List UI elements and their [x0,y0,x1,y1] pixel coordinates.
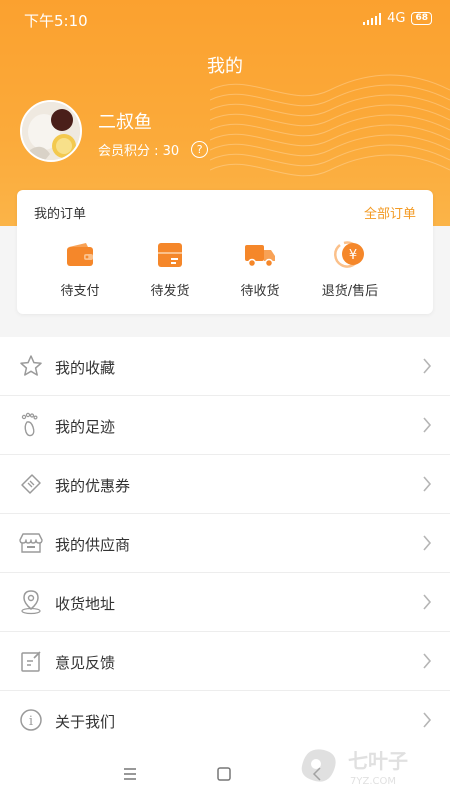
profile-menu: 我的收藏 我的足迹 我的优惠券 我的供应商 收货地址 意见反馈 i 关于我们 [0,337,450,750]
svg-text:¥: ¥ [349,248,357,263]
menu-item-footprints[interactable]: 我的足迹 [0,396,450,455]
chevron-right-icon [423,712,432,728]
menu-item-label: 我的优惠券 [55,477,131,495]
feedback-icon [18,648,44,674]
order-item-label: 待收货 [240,284,280,299]
order-section-title: 我的订单 [34,207,87,222]
order-card: 我的订单 全部订单 待支付 待发货 待收货 ¥ 退货/售后 [17,190,433,314]
svg-text:7YZ.COM: 7YZ.COM [350,776,396,787]
truck-icon [244,240,276,270]
status-bar: 下午5:10 4G 68 [0,0,450,38]
menu-item-coupons[interactable]: 我的优惠券 [0,455,450,514]
star-icon [18,353,44,379]
signal-icon [363,12,382,25]
menu-item-favorites[interactable]: 我的收藏 [0,337,450,396]
package-icon [154,240,186,270]
menu-item-label: 意见反馈 [55,654,116,672]
status-time: 下午5:10 [24,12,88,30]
order-pending-payment[interactable]: 待支付 [35,240,125,299]
wallet-icon [64,240,96,270]
chevron-right-icon [423,594,432,610]
menu-item-label: 我的足迹 [55,418,116,436]
menu-item-feedback[interactable]: 意见反馈 [0,632,450,691]
menu-item-address[interactable]: 收货地址 [0,573,450,632]
network-type: 4G [387,11,406,26]
order-status-list: 待支付 待发货 待收货 ¥ 退货/售后 [17,240,433,299]
avatar[interactable] [20,100,82,162]
battery-icon: 68 [411,12,432,25]
chevron-right-icon [423,417,432,433]
menu-item-label: 关于我们 [55,713,116,731]
points-label: 会员积分 : 30 [98,144,180,159]
menu-item-label: 收货地址 [55,595,116,613]
home-icon[interactable] [214,764,234,784]
coupon-icon [18,471,44,497]
member-points: 会员积分 : 30 ? [98,140,209,159]
user-name: 二叔鱼 [98,112,152,133]
location-icon [18,589,44,615]
order-item-label: 待发货 [150,284,190,299]
page-title: 我的 [207,56,243,77]
order-returns[interactable]: ¥ 退货/售后 [305,240,395,299]
chevron-right-icon [423,653,432,669]
status-indicators: 4G 68 [363,11,432,26]
menu-item-label: 我的供应商 [55,536,131,554]
footprint-icon [18,412,44,438]
svg-text:i: i [29,714,33,729]
order-pending-receipt[interactable]: 待收货 [215,240,305,299]
menu-icon[interactable] [120,764,140,784]
avatar-image [22,102,80,160]
all-orders-link[interactable]: 全部订单 [364,203,416,222]
refund-icon: ¥ [334,240,366,270]
chevron-right-icon [423,535,432,551]
wave-decoration [210,74,450,177]
watermark-logo: 七叶子 7YZ.COM [296,740,436,790]
chevron-right-icon [423,358,432,374]
menu-item-suppliers[interactable]: 我的供应商 [0,514,450,573]
menu-item-label: 我的收藏 [55,359,116,377]
svg-text:七叶子: 七叶子 [348,749,408,773]
help-icon[interactable]: ? [191,141,209,158]
store-icon [18,530,44,556]
info-icon: i [18,707,44,733]
order-item-label: 待支付 [60,284,100,299]
chevron-right-icon [423,476,432,492]
order-item-label: 退货/售后 [321,284,379,299]
order-pending-shipment[interactable]: 待发货 [125,240,215,299]
